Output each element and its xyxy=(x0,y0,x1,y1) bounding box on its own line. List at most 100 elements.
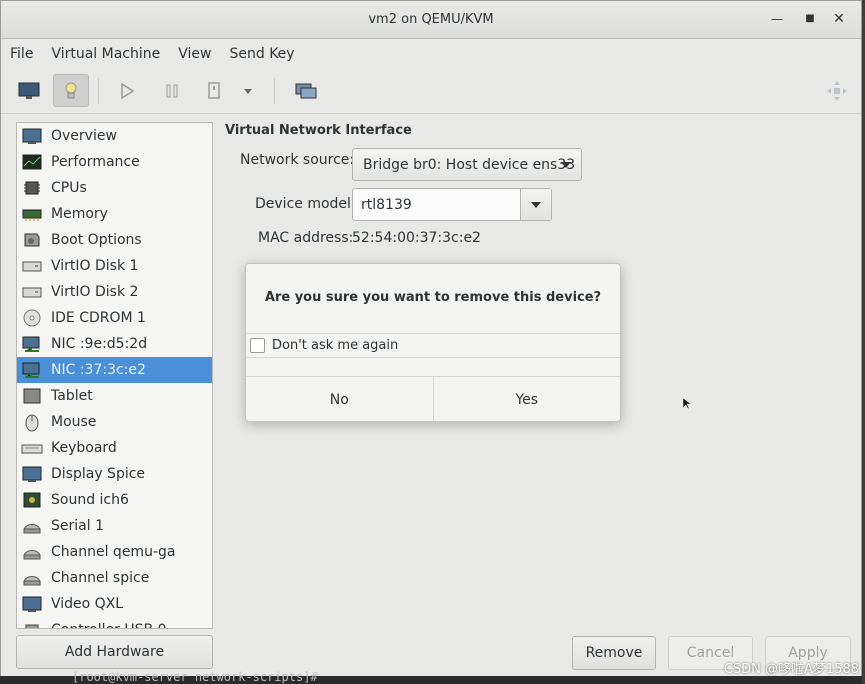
mac-address-label: MAC address: xyxy=(258,230,354,246)
terminal-text: [root@kvm-server network-scripts]# xyxy=(72,670,318,684)
sidebar-item-label: CPUs xyxy=(51,180,87,196)
memory-icon xyxy=(21,204,43,224)
sidebar-item-label: Video QXL xyxy=(51,596,124,612)
performance-icon xyxy=(21,152,43,172)
sidebar-item-ide-cdrom-1[interactable]: IDE CDROM 1 xyxy=(17,305,212,331)
title-bar[interactable]: vm2 on QEMU/KVM — ■ ✕ xyxy=(1,1,861,39)
show-details-button[interactable] xyxy=(53,74,89,107)
device-model-dropdown-button[interactable] xyxy=(520,189,551,220)
sidebar-item-mouse[interactable]: Mouse xyxy=(17,409,212,435)
sidebar-item-cpus[interactable]: CPUs xyxy=(17,175,212,201)
close-icon[interactable]: ✕ xyxy=(831,11,847,27)
sidebar-item-video-qxl[interactable]: Video QXL xyxy=(17,591,212,617)
hardware-list[interactable]: Overview Performance CPUs Memory Boot Option… xyxy=(16,122,213,629)
sidebar-item-virtio-disk-1[interactable]: VirtIO Disk 1 xyxy=(17,253,212,279)
menu-bar: File Virtual Machine View Send Key xyxy=(1,40,861,68)
disk-icon xyxy=(21,282,43,302)
sidebar-item-label: Display Spice xyxy=(51,466,146,482)
sidebar-item-serial-1[interactable]: Serial 1 xyxy=(17,513,212,539)
dont-ask-row[interactable]: Don't ask me again xyxy=(246,333,620,358)
play-icon xyxy=(121,82,135,99)
sidebar-item-nic-9e-d5-2d[interactable]: NIC :9e:d5:2d xyxy=(17,331,212,357)
watermark: CSDN @哆啦A梦1588 xyxy=(723,662,859,677)
sidebar-item-boot-options[interactable]: Boot Options xyxy=(17,227,212,253)
vm-details-window: vm2 on QEMU/KVM — ■ ✕ File Virtual Machi… xyxy=(0,0,862,684)
device-model-combo[interactable]: rtl8139 xyxy=(352,188,552,221)
mouse-cursor-icon xyxy=(682,397,692,410)
shutdown-button[interactable] xyxy=(196,74,232,107)
cdrom-icon xyxy=(21,308,43,328)
menu-view[interactable]: View xyxy=(169,46,220,62)
device-model-value: rtl8139 xyxy=(361,196,412,213)
add-hardware-button[interactable]: Add Hardware xyxy=(16,635,213,669)
sidebar-item-virtio-disk-2[interactable]: VirtIO Disk 2 xyxy=(17,279,212,305)
sidebar-item-channel-qemu-ga[interactable]: Channel qemu-ga xyxy=(17,539,212,565)
sidebar-item-tablet[interactable]: Tablet xyxy=(17,383,212,409)
yes-button[interactable]: Yes xyxy=(432,377,621,421)
nic-icon xyxy=(21,334,43,354)
sidebar-item-label: IDE CDROM 1 xyxy=(51,310,146,326)
confirm-remove-dialog: Are you sure you want to remove this dev… xyxy=(245,263,621,422)
disk-icon xyxy=(21,256,43,276)
snapshots-icon xyxy=(295,83,317,98)
maximize-icon[interactable]: ■ xyxy=(802,11,818,27)
menu-send-key[interactable]: Send Key xyxy=(220,46,303,62)
sidebar-item-label: Boot Options xyxy=(51,232,142,248)
menu-file[interactable]: File xyxy=(1,46,42,62)
sidebar-item-memory[interactable]: Memory xyxy=(17,201,212,227)
fullscreen-button[interactable] xyxy=(819,74,855,107)
keyboard-icon xyxy=(21,438,43,458)
sidebar-item-channel-spice[interactable]: Channel spice xyxy=(17,565,212,591)
sidebar-item-sound-ich6[interactable]: Sound ich6 xyxy=(17,487,212,513)
show-console-button[interactable] xyxy=(11,74,47,107)
monitor-icon xyxy=(18,82,40,99)
sidebar-item-controller-usb-0[interactable]: Controller USB 0 xyxy=(17,617,212,628)
shutdown-menu-button[interactable] xyxy=(236,74,260,107)
channel-icon xyxy=(21,542,43,562)
network-source-value: Bridge br0: Host device ens33 xyxy=(363,156,576,173)
section-title: Virtual Network Interface xyxy=(225,123,412,138)
channel-icon xyxy=(21,568,43,588)
network-source-select[interactable]: Bridge br0: Host device ens33 xyxy=(352,148,582,181)
sidebar-item-display-spice[interactable]: Display Spice xyxy=(17,461,212,487)
chevron-down-icon xyxy=(561,162,571,168)
sidebar-item-label: VirtIO Disk 2 xyxy=(51,284,139,300)
sidebar-item-nic-37-3c-e2[interactable]: NIC :37:3c:e2 xyxy=(17,357,212,383)
sidebar-item-label: Sound ich6 xyxy=(51,492,129,508)
tablet-icon xyxy=(21,386,43,406)
sidebar-item-label: Keyboard xyxy=(51,440,117,456)
fullscreen-icon xyxy=(827,80,847,101)
dialog-buttons: No Yes xyxy=(246,376,621,421)
dont-ask-label: Don't ask me again xyxy=(272,338,399,353)
chevron-down-icon xyxy=(531,201,541,208)
background-terminal: [root@kvm-server network-scripts]# xyxy=(0,670,862,684)
sidebar-item-overview[interactable]: Overview xyxy=(17,123,212,149)
no-button[interactable]: No xyxy=(246,377,433,421)
dont-ask-checkbox[interactable] xyxy=(250,338,265,353)
overview-icon xyxy=(21,126,43,146)
network-source-label: Network source: xyxy=(240,152,355,168)
power-icon xyxy=(208,81,220,99)
sidebar-item-performance[interactable]: Performance xyxy=(17,149,212,175)
device-model-label: Device model: xyxy=(255,196,356,212)
sidebar-item-label: Channel spice xyxy=(51,570,150,586)
sidebar-item-label: VirtIO Disk 1 xyxy=(51,258,139,274)
nic-icon xyxy=(21,360,43,380)
sidebar-item-label: Overview xyxy=(51,128,117,144)
sidebar-item-label: Memory xyxy=(51,206,108,222)
run-button[interactable] xyxy=(109,74,145,107)
menu-virtual-machine[interactable]: Virtual Machine xyxy=(42,46,169,62)
video-icon xyxy=(21,594,43,614)
serial-icon xyxy=(21,516,43,536)
sound-icon xyxy=(21,490,43,510)
minimize-icon[interactable]: — xyxy=(769,11,785,27)
sidebar-item-keyboard[interactable]: Keyboard xyxy=(17,435,212,461)
boot-options-icon xyxy=(21,230,43,250)
snapshots-button[interactable] xyxy=(288,74,324,107)
remove-button[interactable]: Remove xyxy=(572,636,656,670)
toolbar xyxy=(1,68,861,114)
dropdown-arrow-icon xyxy=(244,88,252,94)
mac-address-value: 52:54:00:37:3c:e2 xyxy=(352,230,481,246)
pause-button[interactable] xyxy=(154,74,190,107)
sidebar-item-label: Tablet xyxy=(51,388,93,404)
